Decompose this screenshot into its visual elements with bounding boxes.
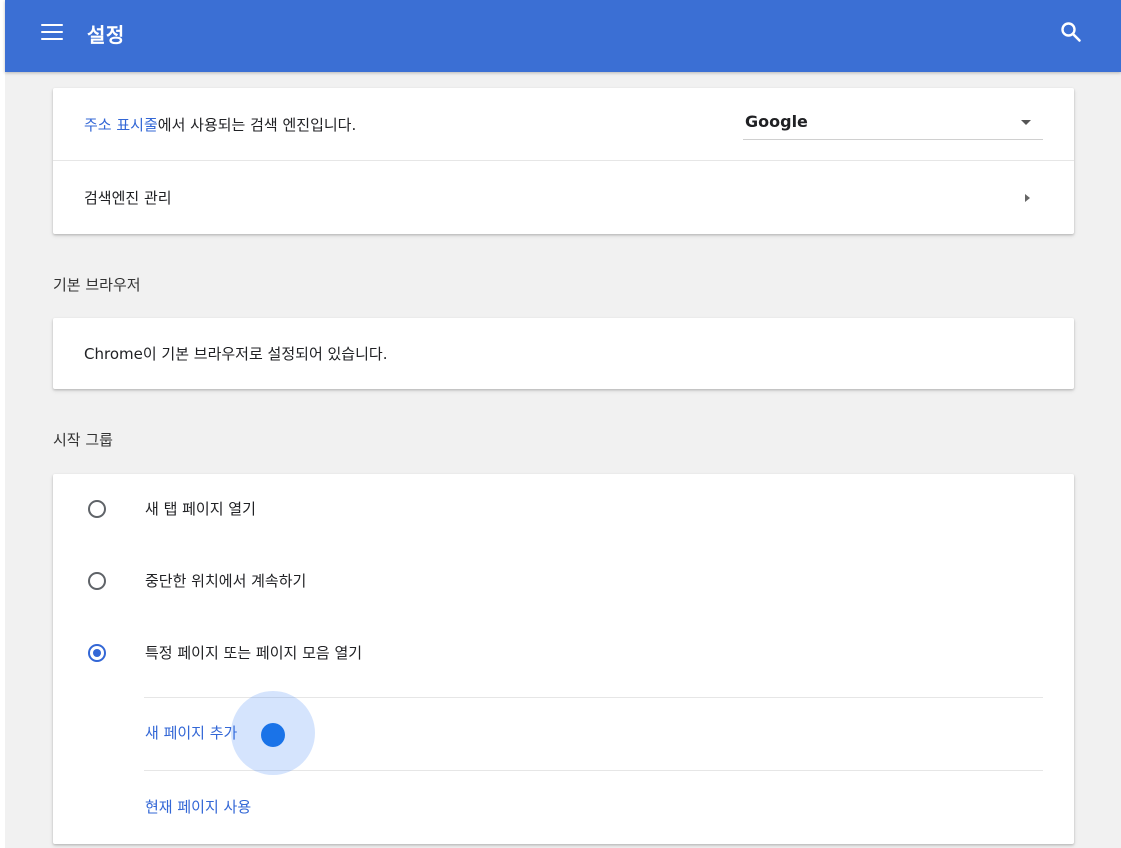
app-header: 설정 <box>5 0 1121 72</box>
startup-option-continue[interactable]: 중단한 위치에서 계속하기 <box>53 546 1074 618</box>
search-engine-card: 주소 표시줄에서 사용되는 검색 엔진입니다. Google 검색엔진 관리 <box>53 88 1074 234</box>
startup-section-title: 시작 그룹 <box>53 431 113 449</box>
default-browser-status: Chrome이 기본 브라우저로 설정되어 있습니다. <box>84 345 388 363</box>
chevron-right-icon <box>1025 194 1030 202</box>
address-bar-link[interactable]: 주소 표시줄 <box>84 116 158 134</box>
search-engine-select[interactable]: Google <box>743 107 1043 140</box>
radio-button[interactable] <box>88 572 106 590</box>
startup-card: 새 탭 페이지 열기 중단한 위치에서 계속하기 특정 페이지 또는 페이지 모… <box>53 474 1074 844</box>
default-browser-card: Chrome이 기본 브라우저로 설정되어 있습니다. <box>53 318 1074 389</box>
radio-selected-dot <box>93 649 101 657</box>
cursor-indicator <box>261 723 285 747</box>
startup-option-new-tab[interactable]: 새 탭 페이지 열기 <box>53 474 1074 546</box>
startup-option-label: 새 탭 페이지 열기 <box>145 500 256 518</box>
startup-option-label: 특정 페이지 또는 페이지 모음 열기 <box>145 644 363 662</box>
use-current-pages-link[interactable]: 현재 페이지 사용 <box>145 796 251 817</box>
startup-option-label: 중단한 위치에서 계속하기 <box>145 572 307 590</box>
search-engine-description: 주소 표시줄에서 사용되는 검색 엔진입니다. <box>84 114 356 135</box>
add-new-page-link[interactable]: 새 페이지 추가 <box>145 722 237 743</box>
radio-button[interactable] <box>88 500 106 518</box>
hamburger-menu-icon[interactable] <box>41 23 63 41</box>
startup-option-specific-pages[interactable]: 특정 페이지 또는 페이지 모음 열기 <box>53 618 1074 690</box>
search-engine-selected-value: Google <box>745 112 808 131</box>
window-edge <box>0 0 5 848</box>
radio-button-checked[interactable] <box>88 644 106 662</box>
manage-search-engines-label: 검색엔진 관리 <box>84 189 172 207</box>
default-browser-section-title: 기본 브라우저 <box>53 276 141 294</box>
dropdown-arrow-icon <box>1021 120 1031 125</box>
search-icon[interactable] <box>1059 20 1083 44</box>
page-title: 설정 <box>87 23 125 47</box>
manage-search-engines-row[interactable]: 검색엔진 관리 <box>53 161 1074 234</box>
search-engine-description-text: 에서 사용되는 검색 엔진입니다. <box>157 116 357 134</box>
